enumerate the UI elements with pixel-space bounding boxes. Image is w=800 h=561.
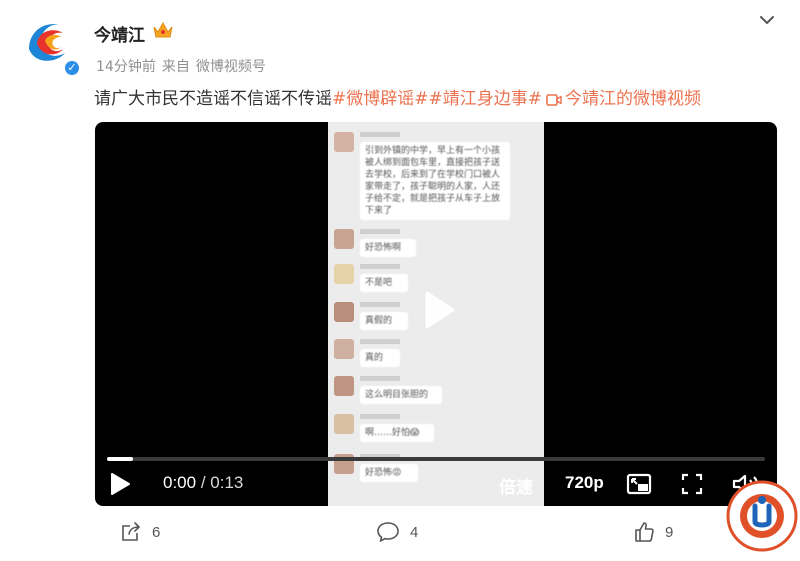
video-player[interactable]: 引到外镇的中学，早上有一个小孩被人绑到面包车里，直接把孩子送去学校，后来到了在学… xyxy=(95,122,777,506)
hashtag-jingjiang[interactable]: #靖江身边事# xyxy=(429,89,543,109)
chat-avatar xyxy=(334,376,354,396)
share-icon xyxy=(122,522,140,541)
picture-in-picture-icon[interactable] xyxy=(626,472,652,501)
source-prefix: 来自 xyxy=(161,59,190,75)
source-link[interactable]: 微博视频号 xyxy=(196,59,266,75)
hashtag-weibo-piyao[interactable]: #微博辟谣# xyxy=(332,89,429,109)
like-icon xyxy=(635,522,654,542)
chat-bubble: 这么明目张胆的 xyxy=(360,386,442,404)
chat-bubble: 好恐怖😡 xyxy=(360,464,418,482)
chat-bubble: 真的 xyxy=(360,349,400,367)
video-link[interactable]: 今靖江的微博视频 xyxy=(542,89,701,109)
chat-avatar xyxy=(334,132,354,152)
chat-sender-name xyxy=(360,132,400,137)
post-meta: 14分钟前 来自 微博视频号 xyxy=(96,56,272,76)
time-separator: / xyxy=(200,473,206,492)
username[interactable]: 今靖江 xyxy=(94,21,145,46)
chat-sender-name xyxy=(360,376,400,381)
speed-button[interactable]: 倍速 xyxy=(499,473,533,498)
share-count: 6 xyxy=(152,523,161,541)
verified-badge-icon: ✓ xyxy=(63,59,81,77)
crown-icon xyxy=(152,20,174,45)
chat-sender-name xyxy=(360,229,400,234)
chat-bubble: 好恐怖啊 xyxy=(360,239,416,257)
chat-sender-name xyxy=(360,339,400,344)
post-body: 请广大市民不造谣不信谣不传谣 xyxy=(94,89,332,109)
chat-avatar xyxy=(334,339,354,359)
video-link-label: 今靖江的微博视频 xyxy=(565,89,701,109)
post-text: 请广大市民不造谣不信谣不传谣#微博辟谣##靖江身边事# 今靖江的微博视频 xyxy=(94,84,701,112)
time-display: 0:00 / 0:13 xyxy=(163,473,243,493)
post-time: 14分钟前 xyxy=(96,59,156,75)
chat-sender-name xyxy=(360,302,400,307)
quality-button[interactable]: 720p xyxy=(565,473,604,493)
chat-sender-name xyxy=(360,264,400,269)
play-button[interactable] xyxy=(109,472,131,501)
comment-count: 4 xyxy=(410,523,419,541)
like-button[interactable]: 9 xyxy=(633,521,673,543)
current-time: 0:00 xyxy=(163,473,197,492)
progress-fill xyxy=(107,457,134,461)
progress-bar[interactable] xyxy=(107,457,765,461)
duration: 0:13 xyxy=(210,473,244,492)
chat-avatar xyxy=(334,264,354,284)
fullscreen-icon[interactable] xyxy=(680,472,704,501)
chat-sender-name xyxy=(360,414,400,419)
share-button[interactable]: 6 xyxy=(120,521,160,543)
chat-avatar xyxy=(334,229,354,249)
chat-bubble: 不是吧 xyxy=(360,274,408,292)
chevron-down-icon[interactable] xyxy=(757,12,777,28)
chat-avatar xyxy=(334,302,354,322)
chat-bubble: 引到外镇的中学，早上有一个小孩被人绑到面包车里，直接把孩子送去学校，后来到了在学… xyxy=(360,142,510,220)
comment-button[interactable]: 4 xyxy=(376,521,418,543)
chat-avatar xyxy=(334,414,354,434)
play-icon[interactable] xyxy=(413,286,461,334)
video-link-icon xyxy=(546,92,562,112)
chat-bubble: 啊……好怕😱 xyxy=(360,424,434,442)
chat-bubble: 真假的 xyxy=(360,312,408,330)
watermark-logo xyxy=(722,478,798,556)
like-count: 9 xyxy=(665,523,674,541)
comment-icon xyxy=(377,522,399,542)
